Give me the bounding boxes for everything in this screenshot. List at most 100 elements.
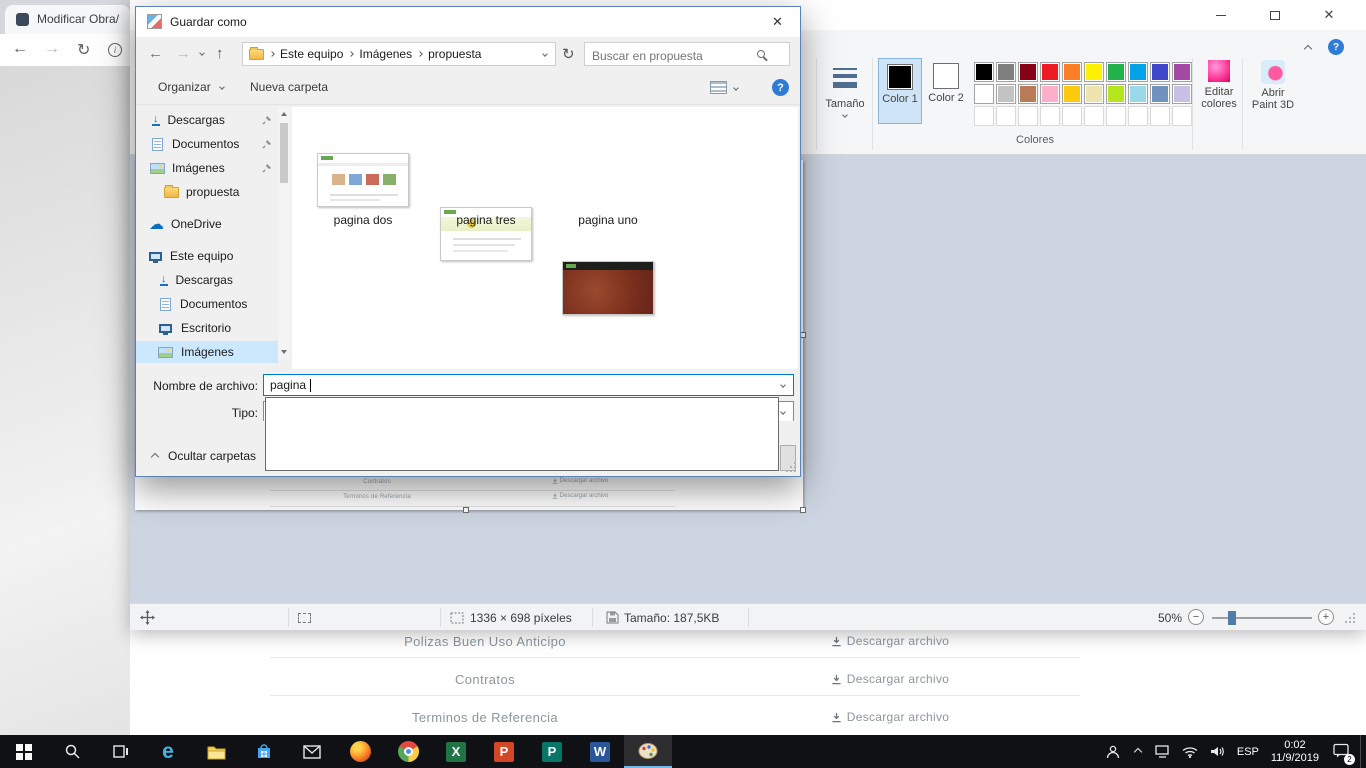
- file-thumbnail[interactable]: [317, 153, 409, 207]
- window-resize-grip[interactable]: [1344, 612, 1357, 625]
- sidebar-item-documentos-pc[interactable]: Documentos: [136, 293, 278, 315]
- palette-swatch[interactable]: [1062, 62, 1082, 82]
- palette-swatch[interactable]: [1150, 84, 1170, 104]
- up-icon[interactable]: ↑: [216, 45, 224, 62]
- palette-swatch[interactable]: [1128, 84, 1148, 104]
- palette-swatch[interactable]: [1172, 62, 1192, 82]
- taskbar-excel-button[interactable]: X: [432, 735, 480, 768]
- speaker-icon[interactable]: [1210, 745, 1225, 758]
- chevron-down-icon[interactable]: [542, 51, 548, 57]
- show-desktop-button[interactable]: [1360, 735, 1366, 768]
- close-button[interactable]: ✕: [1306, 0, 1352, 30]
- file-thumbnail[interactable]: [562, 261, 654, 315]
- palette-swatch[interactable]: [1040, 106, 1060, 126]
- views-icon[interactable]: [710, 81, 727, 94]
- sidebar-item-este-equipo[interactable]: Este equipo: [136, 245, 278, 267]
- download-link[interactable]: Descargar archivo: [790, 710, 990, 724]
- palette-swatch[interactable]: [1150, 106, 1170, 126]
- taskbar-firefox-button[interactable]: [336, 735, 384, 768]
- download-link[interactable]: Descargar archivo: [790, 672, 990, 686]
- browser-back-icon[interactable]: ←: [12, 40, 28, 58]
- dialog-resize-grip[interactable]: [786, 462, 797, 473]
- clock[interactable]: 0:02 11/9/2019: [1271, 739, 1319, 765]
- canvas-resize-handle-bottom[interactable]: [463, 507, 469, 513]
- refresh-icon[interactable]: ↻: [562, 45, 575, 63]
- collapse-ribbon-icon[interactable]: [1304, 45, 1312, 53]
- taskbar-paint-button[interactable]: [624, 735, 672, 768]
- palette-swatch[interactable]: [1106, 62, 1126, 82]
- back-icon[interactable]: ←: [148, 45, 163, 62]
- people-icon[interactable]: [1105, 745, 1121, 759]
- palette-swatch[interactable]: [1172, 106, 1192, 126]
- minimize-button[interactable]: [1198, 0, 1244, 30]
- sidebar-item-descargas-pc[interactable]: ↓ Descargas: [136, 269, 278, 291]
- palette-swatch[interactable]: [1172, 84, 1192, 104]
- filetype-dropdown[interactable]: [265, 397, 779, 471]
- filename-input[interactable]: pagina: [263, 374, 794, 396]
- palette-swatch[interactable]: [1084, 106, 1104, 126]
- browser-forward-icon[interactable]: →: [44, 40, 60, 58]
- taskbar-word-button[interactable]: W: [576, 735, 624, 768]
- new-folder-button[interactable]: Nueva carpeta: [250, 80, 328, 94]
- search-input[interactable]: [585, 45, 755, 63]
- palette-swatch[interactable]: [1106, 84, 1126, 104]
- palette-swatch[interactable]: [974, 62, 994, 82]
- breadcrumb-este-equipo[interactable]: Este equipo: [280, 47, 343, 61]
- palette-swatch[interactable]: [1084, 84, 1104, 104]
- sidebar-item-onedrive[interactable]: ☁ OneDrive: [136, 213, 278, 235]
- chevron-down-icon[interactable]: [733, 85, 739, 91]
- file-name[interactable]: pagina uno: [553, 213, 663, 227]
- palette-swatch[interactable]: [1084, 62, 1104, 82]
- address-bar[interactable]: Este equipo Imágenes propuesta: [242, 42, 556, 66]
- palette-swatch[interactable]: [1018, 106, 1038, 126]
- palette-swatch[interactable]: [1018, 84, 1038, 104]
- palette-swatch[interactable]: [996, 106, 1016, 126]
- palette-swatch[interactable]: [1062, 106, 1082, 126]
- taskbar-store-button[interactable]: [240, 735, 288, 768]
- size-button[interactable]: Tamaño: [822, 60, 868, 117]
- sidebar-item-descargas[interactable]: ↓ Descargas: [136, 109, 278, 131]
- wifi-icon[interactable]: [1182, 746, 1198, 758]
- palette-swatch[interactable]: [974, 106, 994, 126]
- page-info-icon[interactable]: i: [108, 43, 122, 57]
- browser-reload-icon[interactable]: ↻: [77, 40, 90, 60]
- browser-tab[interactable]: Modificar Obra/: [5, 5, 130, 34]
- palette-swatch[interactable]: [1062, 84, 1082, 104]
- sidebar-item-escritorio[interactable]: Escritorio: [136, 317, 278, 339]
- file-name[interactable]: pagina dos: [308, 213, 418, 227]
- sidebar-scrollbar[interactable]: [278, 107, 290, 359]
- sidebar-item-propuesta[interactable]: propuesta: [136, 181, 278, 203]
- zoom-slider-thumb[interactable]: [1228, 611, 1236, 625]
- action-center-button[interactable]: 2: [1333, 743, 1350, 761]
- download-link[interactable]: Descargar archivo: [790, 634, 990, 648]
- palette-swatch[interactable]: [1128, 106, 1148, 126]
- organize-button[interactable]: Organizar: [158, 80, 211, 94]
- taskbar-start-button[interactable]: [0, 735, 48, 768]
- zoom-in-button[interactable]: +: [1318, 609, 1334, 625]
- chevron-down-icon[interactable]: [780, 382, 786, 388]
- taskbar-explorer-button[interactable]: [192, 735, 240, 768]
- palette-swatch[interactable]: [1128, 62, 1148, 82]
- recent-locations-icon[interactable]: [199, 50, 205, 56]
- breadcrumb-imagenes[interactable]: Imágenes: [359, 47, 412, 61]
- palette-swatch[interactable]: [1106, 106, 1126, 126]
- taskbar-powerpoint-button[interactable]: P: [480, 735, 528, 768]
- palette-swatch[interactable]: [996, 84, 1016, 104]
- taskbar-search-button[interactable]: [48, 735, 96, 768]
- scrollbar-thumb[interactable]: [280, 123, 288, 183]
- scroll-down-icon[interactable]: [281, 350, 287, 354]
- dialog-help-icon[interactable]: ?: [772, 79, 789, 96]
- file-name[interactable]: pagina tres: [431, 213, 541, 227]
- taskbar-chrome-button[interactable]: [384, 735, 432, 768]
- palette-swatch[interactable]: [1040, 62, 1060, 82]
- language-indicator[interactable]: ESP: [1237, 746, 1259, 758]
- hidden-icons-chevron[interactable]: [1134, 747, 1142, 755]
- breadcrumb-propuesta[interactable]: propuesta: [428, 47, 481, 61]
- help-icon[interactable]: ?: [1328, 39, 1344, 55]
- zoom-out-button[interactable]: −: [1188, 609, 1204, 625]
- scroll-up-icon[interactable]: [281, 112, 287, 116]
- palette-swatch[interactable]: [996, 62, 1016, 82]
- palette-swatch[interactable]: [1018, 62, 1038, 82]
- zoom-slider-track[interactable]: [1212, 617, 1312, 619]
- taskbar-publisher-button[interactable]: P: [528, 735, 576, 768]
